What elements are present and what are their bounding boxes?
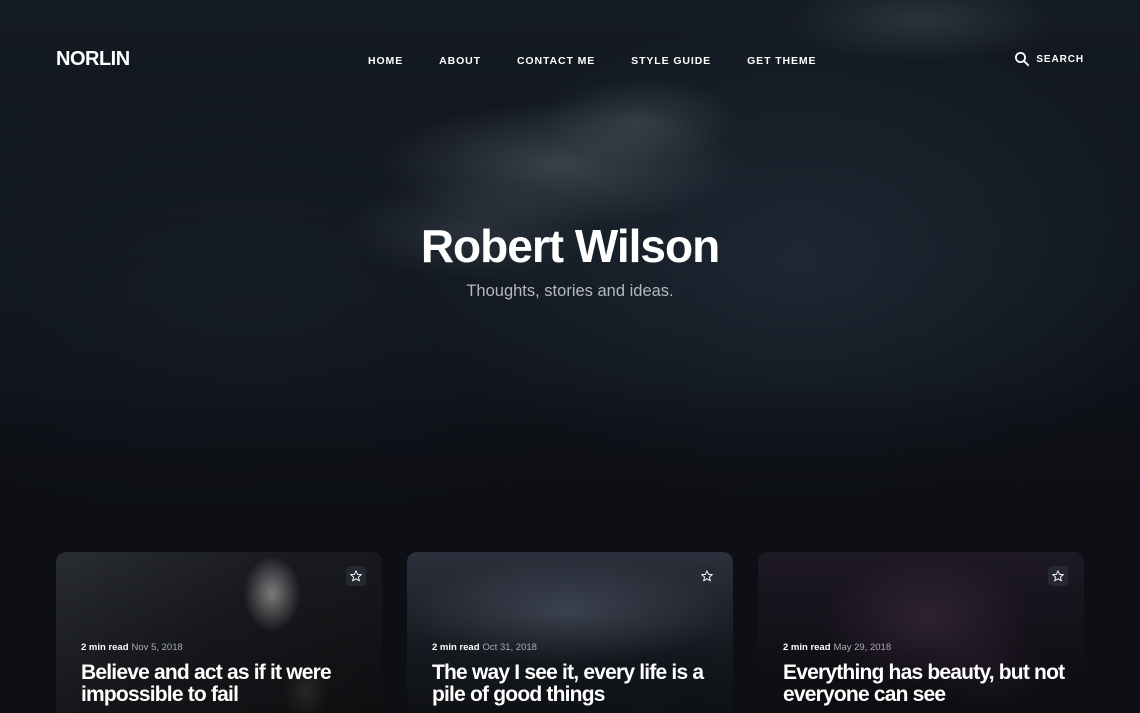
post-meta: 2 min read Nov 5, 2018	[81, 642, 183, 654]
bookmark-button[interactable]	[1048, 566, 1068, 586]
hero-fade	[0, 380, 1140, 540]
post-card[interactable]: 2 min read Nov 5, 2018 Believe and act as…	[56, 552, 382, 713]
site-logo[interactable]: NORLIN	[56, 48, 130, 71]
site-header: NORLIN HOME ABOUT CONTACT ME STYLE GUIDE…	[0, 0, 1140, 120]
star-outline-icon	[350, 570, 362, 582]
post-title[interactable]: Everything has beauty, but not everyone …	[783, 662, 1073, 706]
nav-item-contact[interactable]: CONTACT ME	[499, 54, 613, 68]
post-meta: 2 min read May 29, 2018	[783, 642, 891, 654]
search-icon	[1014, 51, 1030, 67]
search-button[interactable]: SEARCH	[1014, 51, 1084, 67]
hero-title: Robert Wilson	[420, 220, 720, 272]
post-read-time: 2 min read	[432, 642, 480, 653]
post-date: May 29, 2018	[833, 642, 892, 653]
post-card[interactable]: 2 min read Oct 31, 2018 The way I see it,…	[407, 552, 733, 713]
post-read-time: 2 min read	[81, 642, 129, 653]
post-card[interactable]: 2 min read May 29, 2018 Everything has be…	[758, 552, 1084, 713]
bookmark-button[interactable]	[346, 566, 366, 586]
star-outline-icon	[701, 570, 713, 582]
post-title[interactable]: The way I see it, every life is a pile o…	[432, 662, 722, 706]
post-read-time: 2 min read	[783, 642, 831, 653]
star-outline-icon	[1052, 570, 1064, 582]
nav-item-home[interactable]: HOME	[350, 54, 421, 68]
post-title[interactable]: Believe and act as if it were impossible…	[81, 662, 371, 706]
post-date: Oct 31, 2018	[482, 642, 537, 653]
bookmark-button[interactable]	[697, 566, 717, 586]
post-meta: 2 min read Oct 31, 2018	[432, 642, 537, 654]
search-label: SEARCH	[1036, 53, 1084, 65]
nav-item-about[interactable]: ABOUT	[421, 54, 499, 68]
hero-subtitle: Thoughts, stories and ideas.	[466, 282, 674, 300]
nav-item-get-theme[interactable]: GET THEME	[729, 54, 834, 68]
post-date: Nov 5, 2018	[131, 642, 183, 653]
page: NORLIN HOME ABOUT CONTACT ME STYLE GUIDE…	[0, 0, 1140, 713]
nav-item-style-guide[interactable]: STYLE GUIDE	[613, 54, 729, 68]
post-feed: 2 min read Nov 5, 2018 Believe and act as…	[56, 552, 1084, 713]
main-nav: HOME ABOUT CONTACT ME STYLE GUIDE GET TH…	[350, 54, 834, 68]
